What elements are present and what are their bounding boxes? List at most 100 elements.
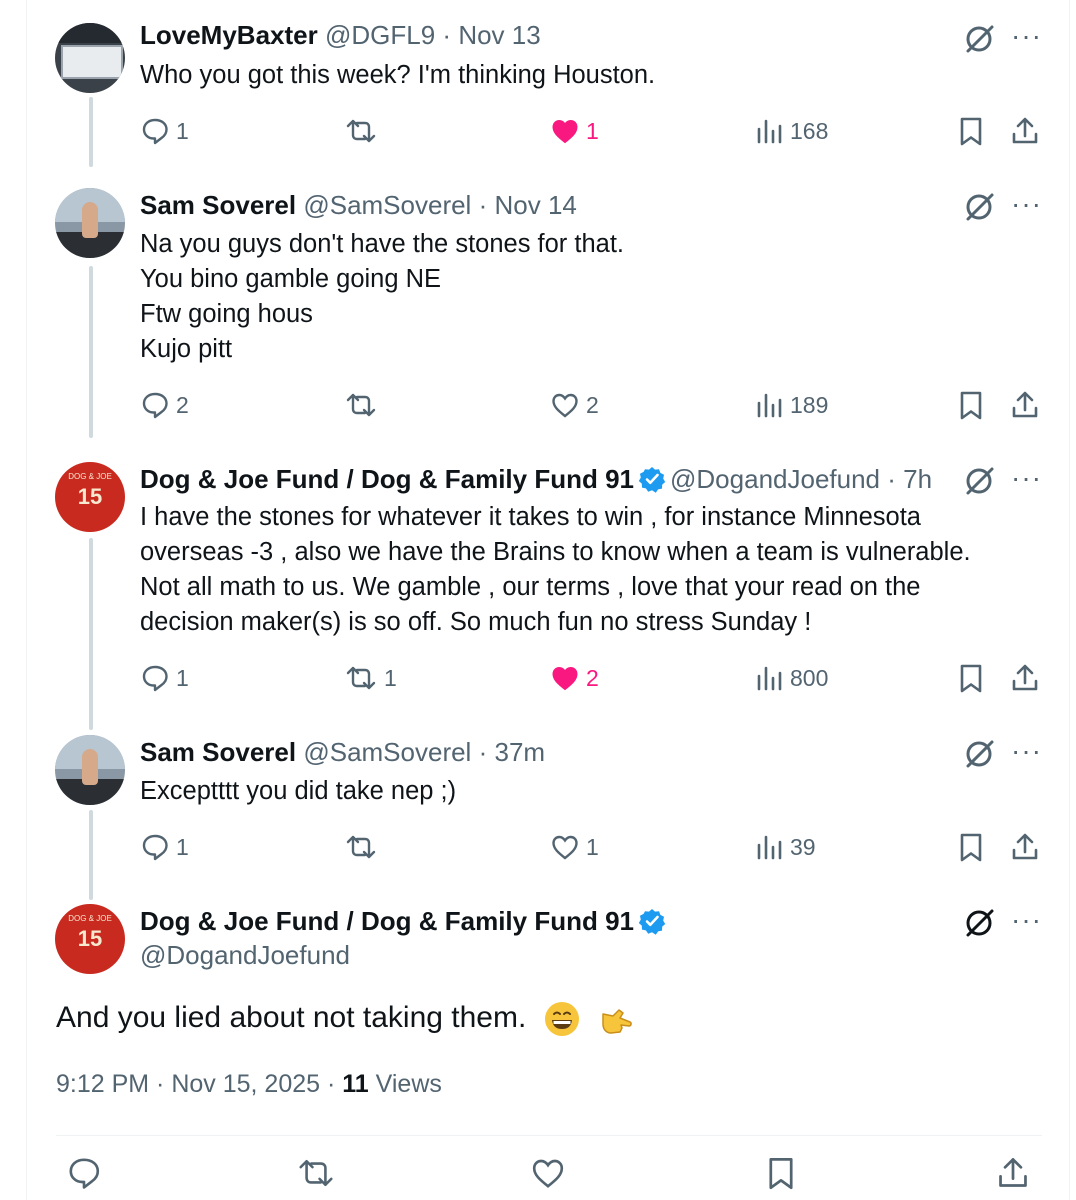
tweet-text: Exceptttt you did take nep ;) <box>140 774 1040 809</box>
repost-button[interactable]: 1 <box>344 660 397 696</box>
more-icon[interactable]: ··· <box>1011 464 1042 492</box>
avatar[interactable] <box>55 23 125 93</box>
like-button[interactable] <box>530 1155 566 1191</box>
reply-icon <box>142 665 168 692</box>
tweet-line: You bino gamble going NE <box>140 265 442 293</box>
verified-badge-icon[interactable] <box>638 465 666 493</box>
like-count: 2 <box>586 664 599 691</box>
main-post-text: And you lied about not taking them. <box>56 1000 637 1038</box>
bookmark-icon <box>960 117 982 146</box>
views-button[interactable]: 800 <box>754 660 828 696</box>
author-handle[interactable]: @SamSoverel <box>303 190 471 220</box>
author-name[interactable]: Dog & Joe Fund / Dog & Family Fund 91 <box>140 464 634 494</box>
share-button[interactable] <box>996 1155 1030 1191</box>
thread-connector <box>89 266 93 438</box>
reply-button[interactable]: 1 <box>140 660 189 696</box>
bookmark-icon <box>960 391 982 420</box>
avatar[interactable]: DOG & JOE 15 <box>55 904 125 974</box>
tweet-time[interactable]: 37m <box>494 737 545 767</box>
bookmark-button[interactable] <box>956 660 986 696</box>
author-name[interactable]: LoveMyBaxter <box>140 20 318 50</box>
tweet-line: Not all math to us. We gamble , our term… <box>140 573 921 601</box>
main-post-body: And you lied about not taking them. <box>56 1000 527 1034</box>
views-button[interactable]: 168 <box>754 113 828 149</box>
divider <box>56 1135 1042 1136</box>
separator: · <box>442 20 452 50</box>
repost-button[interactable] <box>344 113 384 149</box>
avatar[interactable] <box>55 735 125 805</box>
author-handle[interactable]: @SamSoverel <box>303 737 471 767</box>
reply-button[interactable]: 2 <box>140 387 189 423</box>
author-name[interactable]: Sam Soverel <box>140 190 296 220</box>
bookmark-button[interactable] <box>956 829 986 865</box>
more-icon[interactable]: ··· <box>1011 906 1042 934</box>
like-count: 1 <box>586 117 599 144</box>
grok-icon[interactable] <box>962 737 996 771</box>
tweet-line: Exceptttt you did take nep ;) <box>140 777 457 805</box>
repost-icon <box>346 393 376 417</box>
share-button[interactable] <box>1010 387 1040 423</box>
like-button[interactable]: 2 <box>550 387 599 423</box>
tweet-header: Dog & Joe Fund / Dog & Family Fund 91 @Do… <box>140 464 932 494</box>
views-icon <box>757 835 782 860</box>
tweet-actions: 1 1 168 <box>140 113 1040 149</box>
tweet-header: Sam Soverel @SamSoverel · 37m <box>140 737 545 767</box>
like-icon <box>552 393 578 418</box>
views-button[interactable]: 39 <box>754 829 816 865</box>
post-timestamp[interactable]: 9:12 PM · Nov 15, 2025 · <box>56 1070 342 1098</box>
reply-button[interactable]: 1 <box>140 829 189 865</box>
tweet-time[interactable]: Nov 14 <box>494 190 576 220</box>
main-post-header: Dog & Joe Fund / Dog & Family Fund 91 <box>140 906 670 936</box>
grok-icon[interactable] <box>962 464 996 498</box>
grok-icon[interactable] <box>962 22 996 56</box>
more-icon[interactable]: ··· <box>1011 737 1042 765</box>
avatar[interactable] <box>55 188 125 258</box>
like-icon <box>552 666 578 691</box>
repost-button[interactable] <box>344 387 384 423</box>
repost-icon <box>346 119 376 143</box>
bookmark-button[interactable] <box>956 113 986 149</box>
more-icon[interactable]: ··· <box>1011 190 1042 218</box>
tweet-line: Who you got this week? I'm thinking Hous… <box>140 61 656 89</box>
reply-icon <box>142 834 168 861</box>
repost-button[interactable] <box>344 829 384 865</box>
author-name[interactable]: Dog & Joe Fund / Dog & Family Fund 91 <box>140 906 634 936</box>
bookmark-button[interactable] <box>764 1155 798 1191</box>
tweet-text: Who you got this week? I'm thinking Hous… <box>140 58 1040 93</box>
like-button[interactable]: 1 <box>550 113 599 149</box>
like-button[interactable]: 1 <box>550 829 599 865</box>
grok-icon[interactable] <box>962 190 996 224</box>
share-button[interactable] <box>1010 829 1040 865</box>
views-button[interactable]: 189 <box>754 387 828 423</box>
author-handle[interactable]: @DogandJoefund <box>140 940 350 971</box>
tweet-line: overseas -3 , also we have the Brains to… <box>140 538 971 566</box>
grinning-face-icon <box>544 1002 579 1036</box>
reply-button[interactable] <box>66 1155 102 1191</box>
tweet-actions: 1 1 2 800 <box>140 660 1040 696</box>
repost-button[interactable] <box>296 1155 336 1191</box>
grok-icon[interactable] <box>962 906 996 940</box>
tweet-time[interactable]: 7h <box>903 464 932 494</box>
pointing-hand-icon <box>602 1009 632 1034</box>
views-icon <box>757 119 782 144</box>
verified-badge-icon[interactable] <box>638 907 666 935</box>
like-icon <box>552 835 578 860</box>
timeline-border-right <box>1069 0 1070 1200</box>
share-icon <box>1012 664 1038 691</box>
separator: · <box>478 190 488 220</box>
reply-button[interactable]: 1 <box>140 113 189 149</box>
author-name[interactable]: Sam Soverel <box>140 737 296 767</box>
like-button[interactable]: 2 <box>550 660 599 696</box>
avatar[interactable]: DOG & JOE 15 <box>55 462 125 532</box>
author-handle[interactable]: @DogandJoefund <box>670 464 880 494</box>
share-button[interactable] <box>1010 660 1040 696</box>
bookmark-icon <box>960 664 982 693</box>
repost-icon <box>346 666 376 690</box>
more-icon[interactable]: ··· <box>1011 22 1042 50</box>
like-icon <box>552 119 578 144</box>
bookmark-button[interactable] <box>956 387 986 423</box>
tweet-time[interactable]: Nov 13 <box>458 20 540 50</box>
author-handle[interactable]: @DGFL9 <box>325 20 435 50</box>
share-button[interactable] <box>1010 113 1040 149</box>
share-icon <box>999 1158 1027 1187</box>
